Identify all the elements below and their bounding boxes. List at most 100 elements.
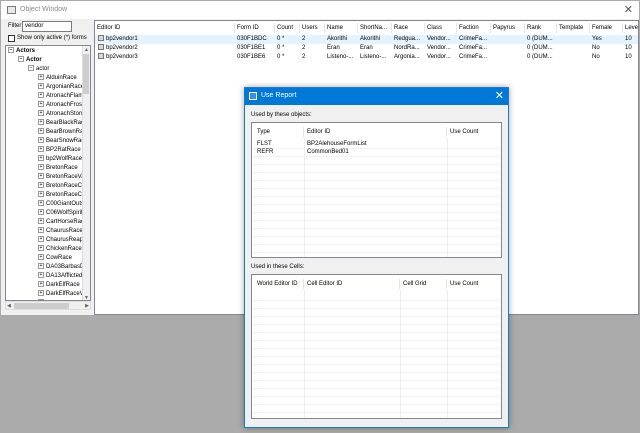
title-bar[interactable]: Object Window ✕ bbox=[1, 1, 639, 19]
column-header[interactable]: Use Count bbox=[447, 279, 501, 289]
tree-item[interactable]: + BearBlackRace bbox=[38, 119, 87, 127]
tree-item[interactable]: + BearSnowRace bbox=[38, 137, 88, 145]
scroll-up-icon[interactable]: ▲ bbox=[84, 47, 89, 53]
scroll-right-icon[interactable]: ▶ bbox=[85, 303, 89, 309]
expand-icon[interactable]: + bbox=[38, 101, 44, 108]
expand-icon[interactable]: + bbox=[38, 137, 44, 144]
show-active-checkbox[interactable] bbox=[8, 35, 15, 42]
tree-node-actor[interactable]: − Actor bbox=[18, 56, 42, 64]
column-header[interactable]: Female bbox=[590, 23, 623, 33]
table-row[interactable]: bp2vendor2 030F1BE1 0 * 2 Eran Eran NordRa... V… bbox=[95, 44, 638, 53]
cell-value: 030F1BE1 bbox=[237, 45, 266, 51]
scroll-thumb[interactable] bbox=[14, 303, 69, 309]
column-header[interactable]: Type bbox=[254, 127, 304, 137]
expand-icon[interactable]: + bbox=[38, 236, 44, 243]
column-header[interactable]: Class bbox=[425, 23, 457, 33]
table-cell: Listeno-... bbox=[358, 53, 392, 62]
category-tree[interactable]: − Actors − Actor − actor + AlduinRace + Argoni… bbox=[5, 45, 91, 301]
tree-item[interactable]: + bp2WolfRace bbox=[38, 155, 82, 163]
expand-icon[interactable]: + bbox=[38, 155, 44, 162]
tree-item[interactable]: + ChickenRace bbox=[38, 245, 82, 253]
column-header[interactable]: Rank bbox=[525, 23, 557, 33]
list-cell bbox=[447, 140, 501, 148]
column-header[interactable]: Editor ID bbox=[304, 127, 447, 137]
dialog-close-button[interactable]: ✕ bbox=[495, 89, 504, 102]
expand-icon[interactable]: + bbox=[38, 272, 44, 279]
expand-icon[interactable]: + bbox=[38, 164, 44, 171]
tree-item[interactable]: + ChaurusRace bbox=[38, 227, 83, 235]
expand-icon[interactable]: + bbox=[38, 182, 44, 189]
expand-icon[interactable]: + bbox=[38, 290, 44, 297]
cell-value: 0 (DUM... bbox=[527, 54, 553, 60]
scroll-thumb[interactable] bbox=[83, 54, 89, 94]
tree-item[interactable]: + CartHorseRace bbox=[38, 218, 87, 226]
tree-item[interactable]: + BretonRace bbox=[38, 164, 78, 172]
dialog-title-bar[interactable]: Use Report ✕ bbox=[245, 88, 508, 105]
tree-node-actor-lower[interactable]: − actor bbox=[28, 65, 49, 73]
expand-icon[interactable]: + bbox=[38, 263, 44, 270]
column-header[interactable]: Cell Grid bbox=[400, 279, 447, 289]
table-cell: Vendor... bbox=[425, 53, 457, 62]
column-header[interactable]: Count bbox=[275, 23, 300, 33]
show-active-label: Show only active (*) forms bbox=[17, 35, 87, 41]
table-cell: Eran bbox=[358, 44, 392, 53]
expand-icon[interactable]: + bbox=[38, 92, 44, 99]
column-header[interactable]: Leve bbox=[623, 23, 638, 33]
expand-icon[interactable]: + bbox=[38, 119, 44, 126]
column-header[interactable]: Race bbox=[392, 23, 425, 33]
grid-line bbox=[252, 372, 501, 373]
cell-value: Eran bbox=[360, 45, 373, 51]
list-item[interactable]: FLST BP2AlehouseFormList bbox=[252, 140, 501, 148]
column-header[interactable]: Name bbox=[325, 23, 358, 33]
table-cell: No bbox=[590, 53, 623, 62]
table-row[interactable]: bp2vendor1 030F1BDC 0 * 2 Akorithi Akorithi Re… bbox=[95, 35, 638, 44]
tree-item[interactable]: + BP2RatRace bbox=[38, 146, 81, 154]
column-header[interactable]: Editor ID bbox=[95, 23, 235, 33]
collapse-icon[interactable]: − bbox=[18, 56, 24, 63]
expand-icon[interactable]: + bbox=[38, 200, 44, 207]
list-item[interactable]: REFR CommonBed01 bbox=[252, 148, 501, 156]
expand-icon[interactable]: + bbox=[38, 209, 44, 216]
tree-item[interactable]: + CowRace bbox=[38, 254, 72, 262]
cells-list[interactable]: World Editor ID Cell Editor ID Cell Grid Us… bbox=[251, 274, 502, 419]
filter-input[interactable]: vendor bbox=[22, 21, 72, 32]
close-button[interactable]: ✕ bbox=[624, 3, 633, 16]
expand-icon[interactable]: + bbox=[38, 74, 44, 81]
column-header[interactable]: World Editor ID bbox=[254, 279, 304, 289]
column-header[interactable]: ShortNa... bbox=[358, 23, 392, 33]
tree-vertical-scrollbar[interactable]: ▲ ▼ bbox=[82, 46, 90, 300]
collapse-icon[interactable]: − bbox=[8, 47, 14, 54]
column-header[interactable]: Use Count bbox=[447, 127, 501, 137]
column-header[interactable]: Form ID bbox=[235, 23, 275, 33]
tree-item[interactable]: + AlduinRace bbox=[38, 74, 77, 82]
expand-icon[interactable]: + bbox=[38, 146, 44, 153]
column-header[interactable]: Faction bbox=[457, 23, 491, 33]
grid-line bbox=[252, 300, 501, 301]
expand-icon[interactable]: + bbox=[38, 227, 44, 234]
column-header[interactable]: Papyrus bbox=[491, 23, 525, 33]
table-cell: 2 bbox=[300, 44, 325, 53]
column-header[interactable]: Template bbox=[557, 23, 590, 33]
expand-icon[interactable]: + bbox=[38, 191, 44, 198]
expand-icon[interactable]: + bbox=[38, 254, 44, 261]
scroll-left-icon[interactable]: ◀ bbox=[7, 303, 11, 309]
expand-icon[interactable]: + bbox=[38, 218, 44, 225]
expand-icon[interactable]: + bbox=[38, 83, 44, 90]
table-row[interactable]: bp2vendor3 030F1BE6 0 * 2 Listeno-... Listeno… bbox=[95, 53, 638, 62]
collapse-icon[interactable]: − bbox=[28, 65, 34, 72]
tree-item[interactable]: + ArgonianRace bbox=[38, 83, 84, 91]
column-header[interactable]: Users bbox=[300, 23, 325, 33]
objects-list[interactable]: Type Editor ID Use Count FLST BP2AlehouseFor… bbox=[251, 122, 502, 258]
table-cell: bp2vendor1 bbox=[95, 35, 235, 44]
tree-horizontal-scrollbar[interactable]: ◀ ▶ bbox=[5, 301, 91, 310]
tree-item[interactable]: + DarkElfRace bbox=[38, 281, 80, 289]
tree-node-actors[interactable]: − Actors bbox=[8, 47, 35, 55]
expand-icon[interactable]: + bbox=[38, 173, 44, 180]
cells-section-label: Used in these Cells: bbox=[251, 264, 305, 270]
expand-icon[interactable]: + bbox=[38, 128, 44, 135]
list-cell: BP2AlehouseFormList bbox=[307, 141, 367, 147]
expand-icon[interactable]: + bbox=[38, 281, 44, 288]
column-header[interactable]: Cell Editor ID bbox=[304, 279, 400, 289]
expand-icon[interactable]: + bbox=[38, 245, 44, 252]
expand-icon[interactable]: + bbox=[38, 110, 44, 117]
